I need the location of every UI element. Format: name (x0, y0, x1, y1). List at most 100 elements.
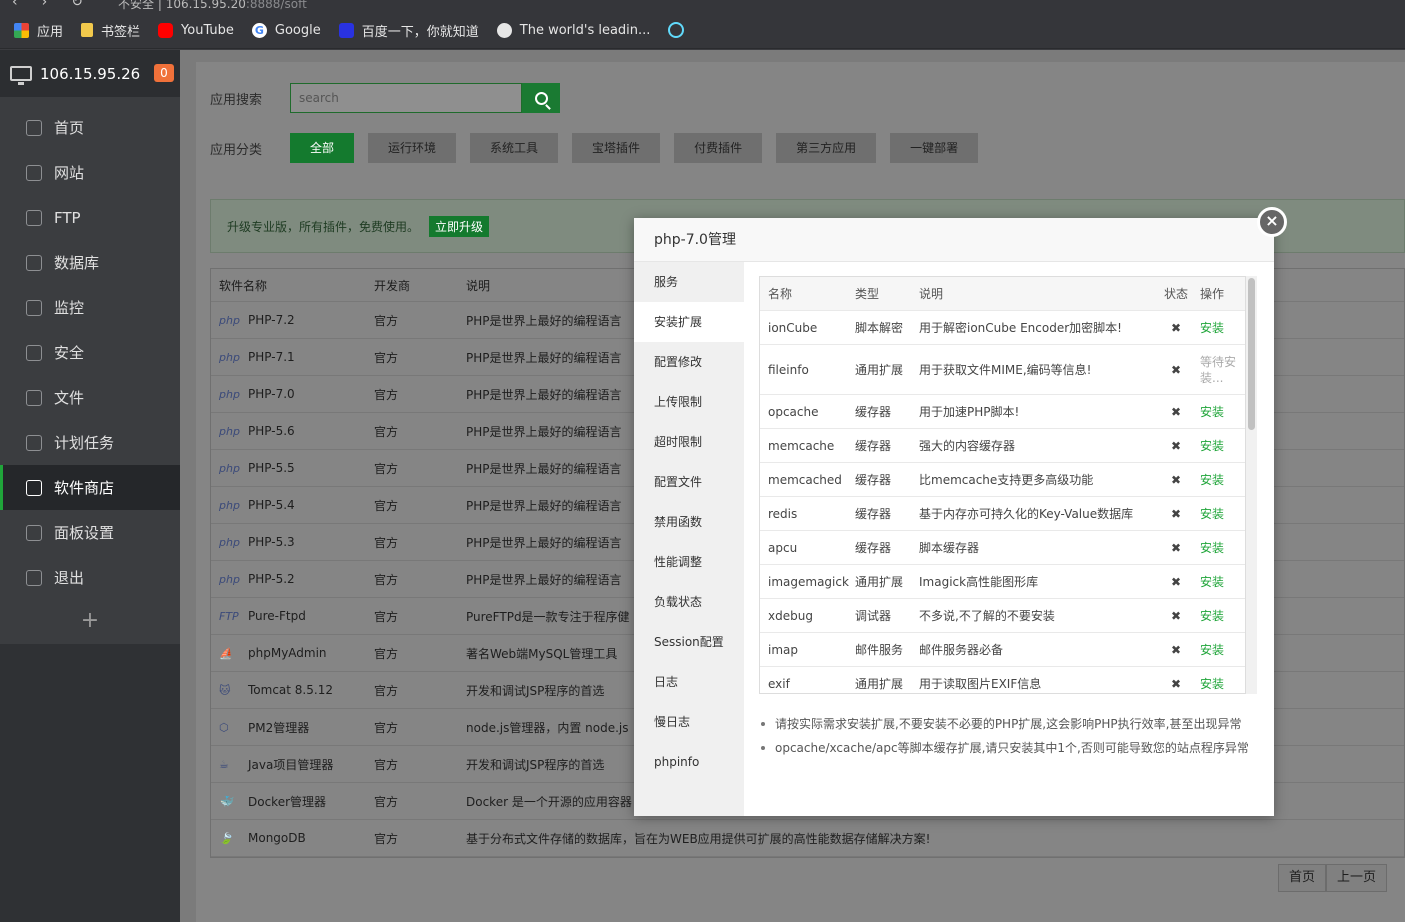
software-name: PHP-7.0 (248, 387, 295, 401)
sidebar-item-files[interactable]: 文件 (0, 375, 180, 420)
github-icon (496, 22, 512, 38)
sidebar-item-cron[interactable]: 计划任务 (0, 420, 180, 465)
modal-tab[interactable]: 禁用函数 (634, 502, 744, 542)
sidebar-item-store[interactable]: 软件商店 (0, 465, 180, 510)
sidebar-item-settings[interactable]: 面板设置 (0, 510, 180, 555)
sidebar-item-database[interactable]: 数据库 (0, 240, 180, 285)
software-vendor: 官方 (374, 498, 399, 513)
apps-grid-icon (14, 22, 29, 38)
modal-tab[interactable]: 上传限制 (634, 382, 744, 422)
category-system-tools[interactable]: 系统工具 (470, 133, 559, 163)
address-bar[interactable]: 不安全 | 106.15.95.20:8888/soft (118, 0, 307, 12)
software-name: Tomcat 8.5.12 (248, 683, 333, 697)
modal-tab[interactable]: 超时限制 (634, 422, 744, 462)
sidebar-item-security[interactable]: 安全 (0, 330, 180, 375)
modal-tab[interactable]: phpinfo (634, 742, 744, 782)
extension-type: 通用扩展 (855, 575, 904, 589)
category-all[interactable]: 全部 (290, 133, 355, 163)
software-icon: php (219, 387, 240, 401)
pager-first[interactable]: 首页 (1277, 864, 1326, 892)
category-one-click[interactable]: 一键部署 (890, 133, 979, 163)
software-icon: php (219, 535, 240, 549)
extension-header: 名称 类型 说明 状态 操作 (760, 277, 1245, 311)
bookmark-github[interactable]: The world's leadin... (496, 22, 650, 38)
gear-icon (26, 524, 42, 541)
status-cross-icon: ✖ (1170, 506, 1182, 521)
extension-name: apcu (768, 540, 798, 555)
bookmark-baidu[interactable]: 百度一下，你就知道 (338, 21, 479, 40)
modal-tab[interactable]: 日志 (634, 662, 744, 702)
nav-arrows-icon[interactable]: ‹›↻ (12, 0, 107, 10)
status-cross-icon: ✖ (1170, 608, 1182, 623)
extension-type: 缓存器 (855, 439, 892, 453)
modal-tab[interactable]: 安装扩展 (634, 302, 744, 342)
category-bt-plugins[interactable]: 宝塔插件 (572, 133, 661, 163)
extension-scrollbar[interactable] (1246, 276, 1257, 694)
install-button[interactable]: 安装 (1196, 319, 1236, 336)
sidebar-item-monitor[interactable]: 监控 (0, 285, 180, 330)
scrollbar-thumb[interactable] (1248, 278, 1255, 430)
shield-icon (26, 344, 42, 361)
bookmark-apps[interactable]: 应用 (14, 21, 63, 40)
extension-type: 缓存器 (855, 405, 892, 419)
software-icon: php (219, 424, 240, 438)
install-button[interactable]: 安装 (1196, 471, 1236, 488)
install-button[interactable]: 安装 (1196, 403, 1236, 420)
bookmark-youtube[interactable]: YouTube (158, 22, 234, 38)
extension-desc: 强大的内容缓存器 (919, 439, 1016, 453)
extension-row: redis 缓存器 基于内存亦可持久化的Key-Value数据库 ✖ 安装 (760, 497, 1245, 531)
category-paid-plugins[interactable]: 付费插件 (674, 133, 763, 163)
upgrade-button[interactable]: 立即升级 (429, 215, 490, 237)
modal-tab[interactable]: 配置修改 (634, 342, 744, 382)
modal-tab[interactable]: 负载状态 (634, 582, 744, 622)
extension-desc: Imagick高性能图形库 (919, 575, 1039, 589)
modal-tab[interactable]: 性能调整 (634, 542, 744, 582)
sidebar-item-home[interactable]: 首页 (0, 105, 180, 150)
status-cross-icon: ✖ (1170, 438, 1182, 453)
database-icon (26, 254, 42, 271)
bookmark-react[interactable] (668, 22, 692, 38)
sidebar-menu: 首页 网站 FTP 数据库 监控 安全 文件 计划任务 软件商店 面板设置 退出… (0, 97, 180, 644)
browser-toolbar: ‹›↻ 不安全 | 106.15.95.20:8888/soft (0, 0, 1405, 12)
install-button[interactable]: 安装 (1196, 539, 1236, 556)
software-vendor: 官方 (374, 572, 399, 587)
install-button[interactable]: 安装 (1196, 641, 1236, 658)
banner-text: 升级专业版，所有插件，免费使用。 (227, 219, 420, 234)
modal-notes: 请按实际需求安装扩展,不要安装不必要的PHP扩展,这会影响PHP执行效率,甚至出… (759, 712, 1259, 760)
extension-type: 脚本解密 (855, 321, 904, 335)
install-button[interactable]: 安装 (1196, 437, 1236, 454)
modal-close-button[interactable]: × (1257, 207, 1287, 237)
category-third-party[interactable]: 第三方应用 (776, 133, 877, 163)
search-button[interactable] (522, 83, 560, 113)
software-icon: php (219, 350, 240, 364)
install-button[interactable]: 安装 (1196, 607, 1236, 624)
modal-tab[interactable]: Session配置 (634, 622, 744, 662)
install-button[interactable]: 安装 (1196, 505, 1236, 522)
home-icon (26, 119, 42, 136)
extension-name: memcached (768, 472, 842, 487)
bookmark-google[interactable]: G Google (251, 22, 321, 38)
sidebar-item-ftp[interactable]: FTP (0, 195, 180, 240)
modal-tab[interactable]: 服务 (634, 262, 744, 302)
calendar-icon (26, 434, 42, 451)
software-vendor: 官方 (374, 794, 399, 809)
sidebar: 106.15.95.26 0 首页 网站 FTP 数据库 监控 安全 文件 计划… (0, 50, 180, 922)
software-icon: ⛵ (219, 646, 233, 660)
sidebar-item-logout[interactable]: 退出 (0, 555, 180, 600)
notification-badge[interactable]: 0 (154, 64, 174, 82)
extension-name: memcache (768, 438, 835, 453)
bookmark-folder[interactable]: 书签栏 (81, 21, 140, 40)
react-icon (668, 22, 685, 38)
table-row[interactable]: 🍃 MongoDB 官方 基于分布式文件存储的数据库，旨在为WEB应用提供可扩展的高性… (211, 820, 1404, 857)
software-name: PHP-7.1 (248, 350, 295, 364)
sidebar-item-website[interactable]: 网站 (0, 150, 180, 195)
modal-tab[interactable]: 慢日志 (634, 702, 744, 742)
extension-name: fileinfo (768, 362, 809, 377)
install-button[interactable]: 安装 (1196, 675, 1236, 692)
pager-prev[interactable]: 上一页 (1325, 864, 1387, 892)
add-menu-button[interactable]: + (0, 600, 180, 644)
category-runtime[interactable]: 运行环境 (368, 133, 457, 163)
install-button[interactable]: 安装 (1196, 573, 1236, 590)
search-input[interactable]: search (290, 83, 522, 113)
modal-tab[interactable]: 配置文件 (634, 462, 744, 502)
